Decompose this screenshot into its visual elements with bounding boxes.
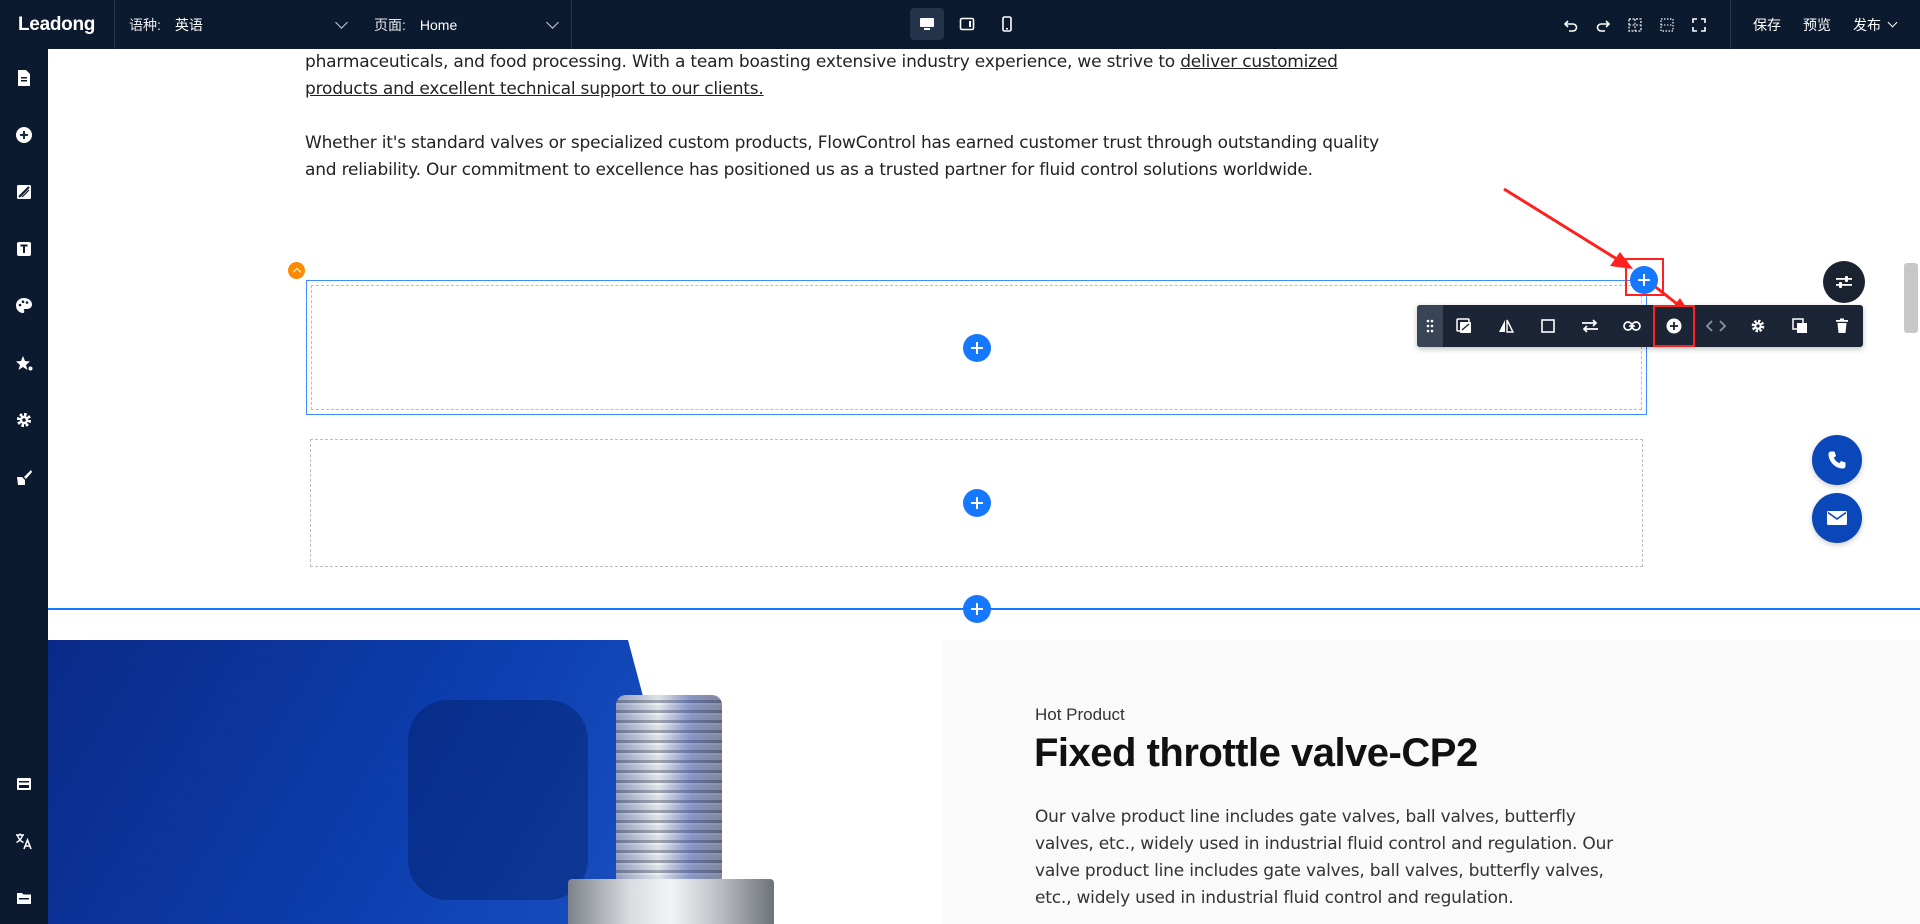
product-title[interactable]: Fixed throttle valve-CP2 — [1034, 731, 1478, 776]
chevron-down-icon — [546, 15, 559, 29]
sidebar-pages-button[interactable] — [12, 66, 36, 90]
undo-icon — [1563, 19, 1578, 32]
desktop-view-button[interactable] — [910, 8, 944, 40]
sidebar-effects-button[interactable] — [12, 351, 36, 375]
block-duplicate-button[interactable] — [1779, 305, 1821, 347]
layout-settings-button[interactable] — [1823, 261, 1865, 303]
text-icon — [17, 242, 31, 256]
sidebar-theme-button[interactable] — [12, 294, 36, 318]
fullscreen-icon — [1692, 17, 1706, 32]
top-bar: Leadong 语种: 英语 页面: Home 保存 预览 发布 — [0, 0, 1920, 49]
tablet-icon — [959, 17, 975, 31]
add-circle-icon — [16, 127, 32, 143]
publish-label: 发布 — [1853, 16, 1881, 33]
link-icon — [1623, 321, 1641, 331]
history-tools — [1562, 0, 1731, 49]
editor-canvas[interactable]: pharmaceuticals, and food processing. Wi… — [48, 49, 1920, 924]
block-flip-button[interactable] — [1485, 305, 1527, 347]
gear-icon — [16, 412, 32, 428]
left-sidebar — [0, 49, 48, 924]
save-button[interactable]: 保存 — [1731, 15, 1781, 35]
product-description[interactable]: Our valve product line includes gate val… — [1035, 804, 1635, 912]
block-swap-button[interactable] — [1569, 305, 1611, 347]
block-delete-button[interactable] — [1821, 305, 1863, 347]
top-bar-actions: 保存 预览 发布 — [1562, 0, 1920, 49]
sidebar-translate-button[interactable] — [12, 829, 36, 853]
square-outline-icon — [1541, 319, 1555, 333]
star-sparkle-icon — [16, 356, 33, 371]
preview-button[interactable]: 预览 — [1781, 15, 1831, 35]
background-image-icon — [1456, 318, 1471, 333]
drag-handle[interactable] — [1417, 305, 1443, 347]
tablet-view-button[interactable] — [950, 8, 984, 40]
translate-icon — [16, 833, 32, 850]
sidebar-background-button[interactable] — [12, 180, 36, 204]
block-background-button[interactable] — [1443, 305, 1485, 347]
sidebar-plugins-button[interactable] — [12, 465, 36, 489]
grid-icon — [1628, 17, 1642, 32]
scrollbar-thumb[interactable] — [1904, 263, 1918, 333]
block-add-button[interactable] — [1653, 305, 1695, 347]
page-select[interactable]: 页面: Home — [360, 0, 572, 49]
flip-icon — [1499, 319, 1514, 333]
phone-contact-button[interactable] — [1812, 435, 1862, 485]
block-code-button[interactable] — [1695, 305, 1737, 347]
image-slash-icon — [17, 185, 31, 199]
email-contact-button[interactable] — [1812, 493, 1862, 543]
block-toolbar — [1417, 305, 1863, 347]
page-select-label: 页面: — [374, 16, 406, 33]
form-icon — [17, 778, 31, 790]
add-circle-icon — [1666, 318, 1682, 334]
trash-icon — [1836, 318, 1848, 333]
mail-icon — [1827, 511, 1847, 525]
brush-icon — [17, 470, 32, 485]
swap-arrows-icon — [1582, 319, 1598, 333]
block-border-button[interactable] — [1527, 305, 1569, 347]
sidebar-text-button[interactable] — [12, 237, 36, 261]
annotation-highlight-box — [1625, 258, 1664, 296]
sidebar-add-button[interactable] — [12, 123, 36, 147]
gear-icon — [1751, 319, 1765, 333]
dashed-grid-icon — [1660, 17, 1674, 32]
background-machinery — [408, 700, 588, 900]
language-select-value: 英语 — [174, 16, 203, 33]
layout-toggle-button[interactable] — [1658, 16, 1676, 34]
sliders-icon — [1836, 276, 1852, 288]
sidebar-forms-button[interactable] — [12, 772, 36, 796]
mobile-icon — [1002, 16, 1012, 32]
language-select-label: 语种: — [129, 16, 161, 33]
redo-icon — [1596, 19, 1611, 32]
copy-icon — [1792, 318, 1807, 333]
grid-toggle-button[interactable] — [1626, 16, 1644, 34]
language-select[interactable]: 语种: 英语 — [115, 0, 360, 49]
phone-icon — [1828, 451, 1846, 469]
desktop-icon — [920, 18, 934, 30]
sidebar-files-button[interactable] — [12, 886, 36, 910]
block-link-button[interactable] — [1611, 305, 1653, 347]
sidebar-settings-button[interactable] — [12, 408, 36, 432]
valve-hex-nut-image — [568, 879, 774, 924]
mobile-view-button[interactable] — [990, 8, 1024, 40]
folder-icon — [17, 893, 31, 904]
block-settings-button[interactable] — [1737, 305, 1779, 347]
palette-icon — [16, 298, 32, 313]
fullscreen-button[interactable] — [1690, 16, 1708, 34]
page-icon — [18, 70, 30, 86]
publish-button[interactable]: 发布 — [1831, 15, 1920, 35]
chevron-down-icon — [335, 15, 348, 29]
undo-button[interactable] — [1562, 16, 1580, 34]
drag-dots-icon — [1426, 319, 1434, 333]
product-label[interactable]: Hot Product — [1035, 705, 1125, 725]
chevron-down-icon — [1887, 17, 1898, 28]
device-switcher — [910, 8, 1024, 40]
code-icon — [1706, 320, 1726, 332]
logo: Leadong — [0, 0, 115, 49]
valve-thread-image — [616, 695, 722, 881]
redo-button[interactable] — [1594, 16, 1612, 34]
page-select-value: Home — [419, 16, 458, 33]
